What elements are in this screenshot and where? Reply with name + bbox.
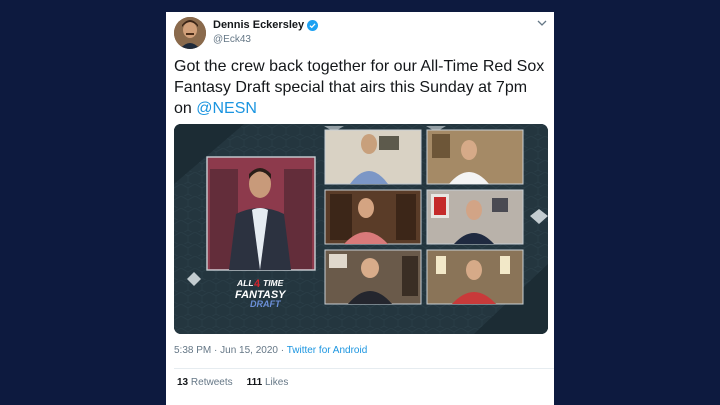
divider <box>174 368 554 369</box>
tweet-stats: 13 Retweets 111 Likes <box>177 377 288 388</box>
guest-tile-2 <box>426 129 524 185</box>
likes-stat[interactable]: 111 Likes <box>247 377 289 388</box>
author-name[interactable]: Dennis Eckersley <box>213 19 304 31</box>
retweets-count: 13 <box>177 377 189 388</box>
verified-badge-icon <box>307 19 319 31</box>
media-image[interactable]: ALL 4 TIME FANTASY DRAFT <box>174 124 548 334</box>
mention-link[interactable]: @NESN <box>196 100 257 117</box>
chevron-down-icon[interactable] <box>537 19 547 27</box>
author-name-row[interactable]: Dennis Eckersley <box>213 19 319 31</box>
guest-tile-4 <box>426 189 524 245</box>
logo-draft: DRAFT <box>250 299 282 309</box>
likes-count: 111 <box>246 377 263 388</box>
logo-time: TIME <box>263 278 284 288</box>
host-video-panel <box>206 156 316 271</box>
likes-label: Likes <box>264 377 289 388</box>
tweet-meta: 5:38 PM · Jun 15, 2020 · Twitter for And… <box>174 345 367 356</box>
guest-tile-3 <box>324 189 422 245</box>
tweet-source[interactable]: Twitter for Android <box>287 345 368 356</box>
guest-tile-1 <box>324 129 422 185</box>
retweets-label: Retweets <box>190 377 233 388</box>
author-handle[interactable]: @Eck43 <box>213 34 251 45</box>
tweet-date[interactable]: Jun 15, 2020 <box>220 345 278 356</box>
guest-tile-5 <box>324 249 422 305</box>
avatar[interactable] <box>174 17 206 49</box>
retweets-stat[interactable]: 13 Retweets <box>177 377 233 388</box>
tweet-card: Dennis Eckersley @Eck43 Got the crew bac… <box>166 12 554 405</box>
tweet-time[interactable]: 5:38 PM <box>174 345 211 356</box>
logo-all: ALL <box>236 278 254 288</box>
guest-tile-6 <box>426 249 524 305</box>
tweet-text: Got the crew back together for our All-T… <box>174 56 548 119</box>
